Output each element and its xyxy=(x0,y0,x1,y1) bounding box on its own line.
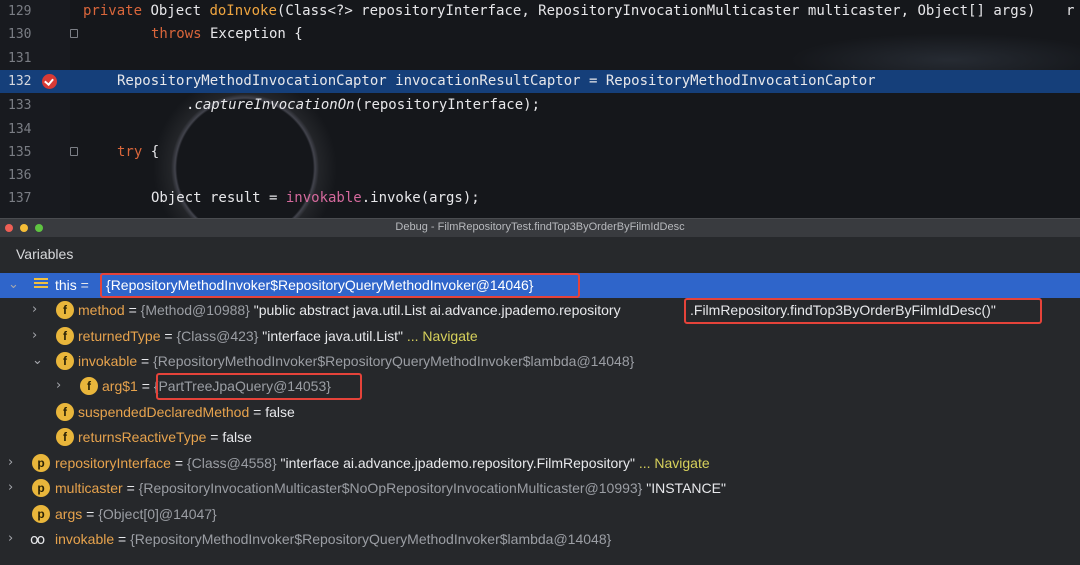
variable-text: invokable = {RepositoryMethodInvoker$Rep… xyxy=(78,353,635,369)
code-line-136[interactable]: 136 xyxy=(0,164,1080,187)
code-text: private Object doInvoke(Class<?> reposit… xyxy=(83,3,1036,19)
parameter-icon: p xyxy=(32,479,50,497)
chevron-right-icon[interactable]: › xyxy=(8,531,13,546)
code-line-137[interactable]: 137 Object result = invokable.invoke(arg… xyxy=(0,187,1080,210)
fold-marker-icon[interactable] xyxy=(70,147,78,156)
highlight-box-arg-value xyxy=(156,373,362,400)
chevron-right-icon[interactable]: › xyxy=(32,302,37,317)
code-line-131[interactable]: 131 xyxy=(0,47,1080,70)
line-number: 131 xyxy=(8,51,32,66)
variable-text: returnsReactiveType = false xyxy=(78,429,252,445)
chevron-down-icon[interactable]: ⌄ xyxy=(32,353,43,368)
variables-title: Variables xyxy=(16,246,74,262)
field-icon: f xyxy=(56,327,74,345)
line-number: 130 xyxy=(8,27,32,42)
code-line-134[interactable]: 134 xyxy=(0,118,1080,141)
navigate-link[interactable]: ... Navigate xyxy=(635,455,710,471)
line-number: 137 xyxy=(8,191,32,206)
line-number: 132 xyxy=(8,74,32,89)
variables-tree[interactable]: ⌄ this = {RepositoryMethodInvoker$Reposi… xyxy=(0,271,1080,565)
line-number: 133 xyxy=(8,98,32,113)
fold-marker-icon[interactable] xyxy=(70,29,78,38)
highlight-box-method-value xyxy=(684,298,1042,324)
chevron-right-icon[interactable]: › xyxy=(56,378,61,393)
field-icon: f xyxy=(56,301,74,319)
code-text: .captureInvocationOn(repositoryInterface… xyxy=(186,97,541,113)
code-line-135[interactable]: 135 try { xyxy=(0,141,1080,164)
chevron-right-icon[interactable]: › xyxy=(32,328,37,343)
chevron-right-icon[interactable]: › xyxy=(8,455,13,470)
variable-text: this = xyxy=(55,277,93,293)
debug-window-titlebar[interactable]: Debug - FilmRepositoryTest.findTop3ByOrd… xyxy=(0,218,1080,237)
code-editor[interactable]: 129 private Object doInvoke(Class<?> rep… xyxy=(0,0,1080,218)
variable-text: multicaster = {RepositoryInvocationMulti… xyxy=(55,480,726,496)
variable-text: returnedType = {Class@423} "interface ja… xyxy=(78,328,478,344)
breakpoint-icon[interactable] xyxy=(42,74,57,89)
variable-row-suspendedDeclaredMethod[interactable]: f suspendedDeclaredMethod = false xyxy=(0,400,1080,425)
parameter-icon: p xyxy=(32,505,50,523)
variable-text: method = {Method@10988} "public abstract… xyxy=(78,302,621,318)
variable-row-multicaster[interactable]: › p multicaster = {RepositoryInvocationM… xyxy=(0,476,1080,501)
field-icon: f xyxy=(56,352,74,370)
watch-glasses-icon: oo xyxy=(30,532,45,548)
code-line-132-current[interactable]: 132 RepositoryMethodInvocationCaptor inv… xyxy=(0,70,1080,93)
chevron-down-icon[interactable]: ⌄ xyxy=(8,277,19,292)
variable-row-returnsReactiveType[interactable]: f returnsReactiveType = false xyxy=(0,425,1080,450)
code-text: throws Exception { xyxy=(151,26,303,42)
code-line-130[interactable]: 130 throws Exception { xyxy=(0,23,1080,46)
field-icon: f xyxy=(56,428,74,446)
variable-row-invokable[interactable]: ⌄ f invokable = {RepositoryMethodInvoker… xyxy=(0,349,1080,374)
code-line-133[interactable]: 133 .captureInvocationOn(repositoryInter… xyxy=(0,94,1080,117)
field-icon: f xyxy=(80,377,98,395)
parameter-icon: p xyxy=(32,454,50,472)
variable-row-args[interactable]: p args = {Object[0]@14047} xyxy=(0,502,1080,527)
code-text: RepositoryMethodInvocationCaptor invocat… xyxy=(117,73,876,89)
line-number: 135 xyxy=(8,145,32,160)
line-number: 134 xyxy=(8,122,32,137)
variable-text: args = {Object[0]@14047} xyxy=(55,506,217,522)
variable-text: invokable = {RepositoryMethodInvoker$Rep… xyxy=(55,531,612,547)
variable-row-repositoryInterface[interactable]: › p repositoryInterface = {Class@4558} "… xyxy=(0,451,1080,476)
code-text: try { xyxy=(117,144,160,160)
line-number: 136 xyxy=(8,168,32,183)
variables-panel-header: Variables xyxy=(0,237,1080,271)
variable-text: suspendedDeclaredMethod = false xyxy=(78,404,295,420)
code-line-129[interactable]: 129 private Object doInvoke(Class<?> rep… xyxy=(0,0,1080,23)
navigate-link[interactable]: ... Navigate xyxy=(403,328,478,344)
highlight-box-this-value xyxy=(100,273,580,298)
debug-window-title: Debug - FilmRepositoryTest.findTop3ByOrd… xyxy=(395,221,685,233)
field-icon: f xyxy=(56,403,74,421)
object-fields-icon xyxy=(34,278,48,292)
variable-row-returnedType[interactable]: › f returnedType = {Class@423} "interfac… xyxy=(0,324,1080,349)
code-text: Object result = invokable.invoke(args); xyxy=(151,190,480,206)
chevron-right-icon[interactable]: › xyxy=(8,480,13,495)
variable-row-invokable-watch[interactable]: › oo invokable = {RepositoryMethodInvoke… xyxy=(0,527,1080,552)
code-text-overflow: r xyxy=(1066,3,1075,19)
variable-text: repositoryInterface = {Class@4558} "inte… xyxy=(55,455,710,471)
line-number: 129 xyxy=(8,4,32,19)
